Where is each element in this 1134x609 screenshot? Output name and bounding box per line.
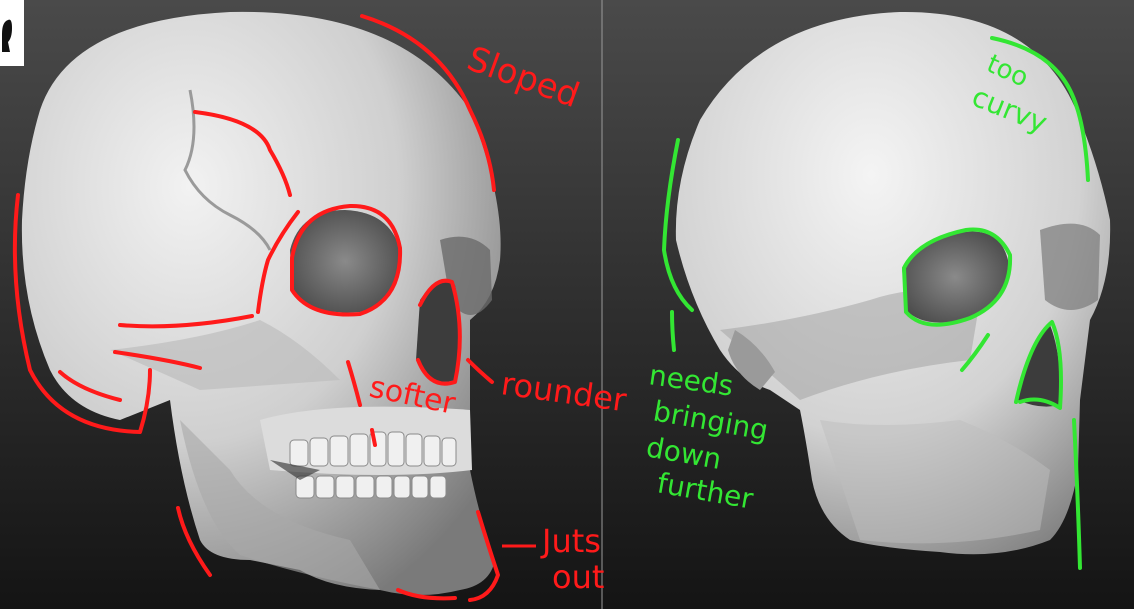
- note-out: out: [552, 558, 604, 596]
- note-juts: Juts: [540, 522, 601, 560]
- comparison-canvas: Sloped rounder softer Juts out too curvy: [0, 0, 1134, 609]
- comparison-image: Sloped rounder softer Juts out too curvy: [0, 0, 1134, 609]
- head-silhouette-icon[interactable]: [0, 0, 24, 66]
